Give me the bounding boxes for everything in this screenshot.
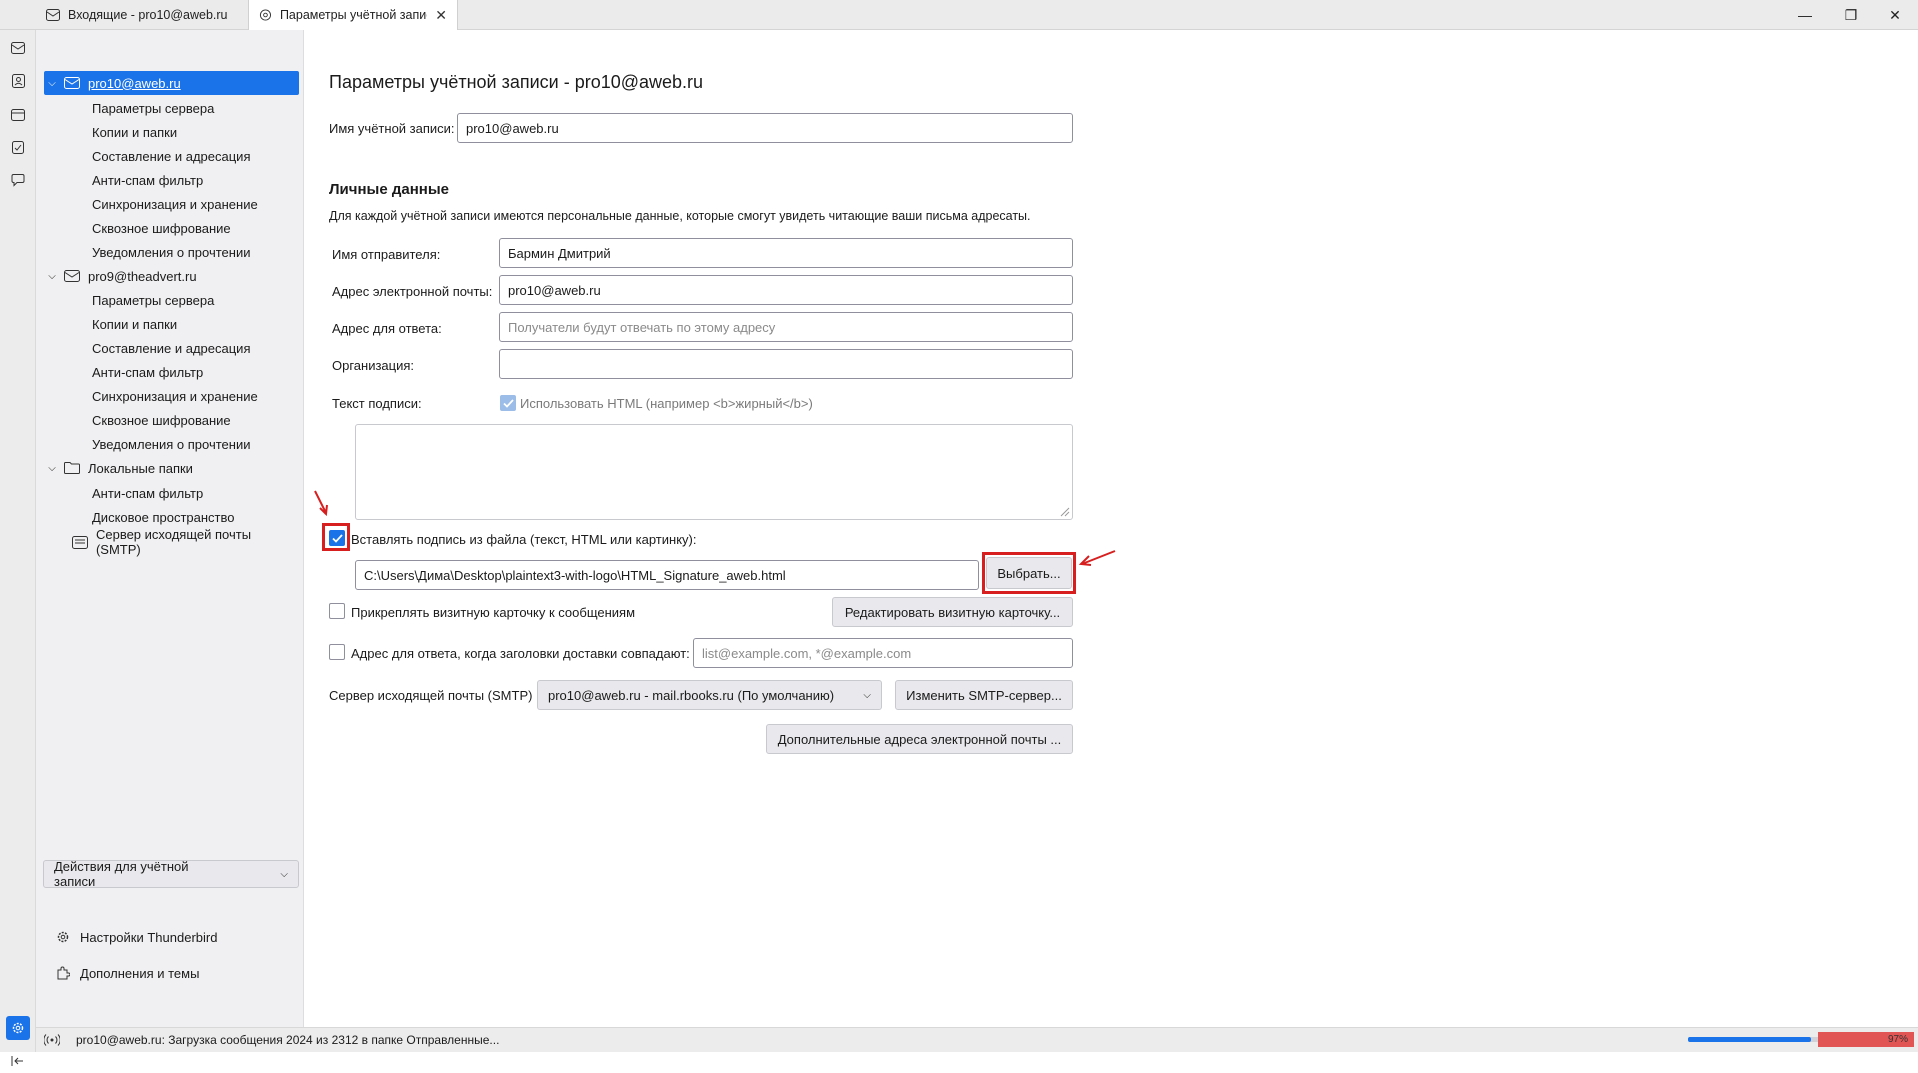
account-actions-button[interactable]: Действия для учётной записи ⌵ <box>43 859 299 889</box>
chevron-down-icon[interactable]: ⌵ <box>44 463 60 474</box>
mail-account-icon <box>64 269 82 283</box>
sidebar-item-copies-folders[interactable]: Копии и папки <box>92 120 292 144</box>
chat-icon[interactable] <box>6 168 30 192</box>
folder-icon <box>64 461 82 475</box>
outgoing-server-icon <box>72 535 90 549</box>
settings-space-icon[interactable] <box>6 1016 30 1040</box>
status-message: pro10@aweb.ru: Загрузка сообщения 2024 и… <box>76 1033 500 1047</box>
tab-label: Входящие - pro10@aweb.ru <box>68 8 228 22</box>
use-html-checkbox[interactable] <box>500 395 516 411</box>
sender-name-label: Имя отправителя: <box>332 247 441 262</box>
mail-account-icon <box>64 76 82 90</box>
annotation-arrow-icon <box>1078 550 1116 566</box>
smtp-label: Сервер исходящей почты (SMTP) <box>329 688 533 703</box>
sidebar-item-copies-folders[interactable]: Копии и папки <box>92 312 292 336</box>
online-status-icon[interactable] <box>44 1034 60 1046</box>
reply-to-label: Адрес для ответа: <box>332 321 442 336</box>
use-html-label: Использовать HTML (например <b>жирный</b… <box>520 396 813 411</box>
thunderbird-settings-link[interactable]: Настройки Thunderbird <box>52 925 292 949</box>
minimize-button[interactable]: — <box>1782 0 1828 30</box>
sidebar-item-composition[interactable]: Составление и адресация <box>92 144 292 168</box>
puzzle-icon <box>56 966 74 980</box>
mail-space-icon[interactable] <box>6 36 30 60</box>
chevron-down-icon: ⌵ <box>280 868 288 880</box>
sender-name-field[interactable]: Бармин Дмитрий <box>499 238 1073 268</box>
sidebar-item-receipts[interactable]: Уведомления о прочтении <box>92 432 292 456</box>
close-icon[interactable]: ✕ <box>435 7 447 24</box>
resize-grip-icon <box>1060 507 1070 517</box>
reply-to-field[interactable]: Получатели будут отвечать по этому адрес… <box>499 312 1073 342</box>
sidebar-item-sync[interactable]: Синхронизация и хранение <box>92 384 292 408</box>
sidebar-item-composition[interactable]: Составление и адресация <box>92 336 292 360</box>
sidebar-item-e2e[interactable]: Сквозное шифрование <box>92 216 292 240</box>
restore-button[interactable]: ❐ <box>1828 0 1874 30</box>
tasks-icon[interactable] <box>6 135 30 159</box>
memory-meter: 97% <box>1818 1032 1914 1047</box>
sidebar-item-sync[interactable]: Синхронизация и хранение <box>92 192 292 216</box>
organization-label: Организация: <box>332 358 415 373</box>
choose-file-button[interactable]: Выбрать... <box>986 557 1072 589</box>
tab-label: Параметры учётной записи <box>279 8 428 22</box>
title-bar: Входящие - pro10@aweb.ru Параметры учётн… <box>0 0 1918 30</box>
chevron-down-icon[interactable]: ⌵ <box>44 271 60 282</box>
sidebar-item-junk[interactable]: Анти-спам фильтр <box>92 168 292 192</box>
sidebar-item-junk[interactable]: Анти-спам фильтр <box>92 360 292 384</box>
chevron-down-icon: ⌵ <box>863 689 871 701</box>
tab-inbox[interactable]: Входящие - pro10@aweb.ru <box>36 0 246 30</box>
smtp-server-select[interactable]: pro10@aweb.ru - mail.rbooks.ru (По умолч… <box>537 680 882 710</box>
signature-label: Текст подписи: <box>332 396 422 411</box>
sidebar-item-smtp[interactable]: Сервер исходящей почты (SMTP) <box>44 527 299 557</box>
sidebar-item-server-settings[interactable]: Параметры сервера <box>92 288 292 312</box>
email-label: Адрес электронной почты: <box>332 284 493 299</box>
more-addresses-button[interactable]: Дополнительные адреса электронной почты … <box>766 724 1073 754</box>
collapse-toolbar-icon[interactable] <box>6 1049 30 1073</box>
progress-bar <box>1688 1037 1828 1042</box>
attach-vcard-label: Прикреплять визитную карточку к сообщени… <box>351 605 636 620</box>
annotation-arrow-icon <box>314 490 328 517</box>
reply-from-field[interactable]: list@example.com, *@example.com <box>693 638 1073 668</box>
signature-textarea[interactable] <box>355 424 1073 520</box>
sidebar-item-junk[interactable]: Анти-спам фильтр <box>92 481 292 505</box>
page-title: Параметры учётной записи - pro10@aweb.ru <box>329 72 704 92</box>
organization-field[interactable] <box>499 349 1073 379</box>
signature-file-label: Вставлять подпись из файла (текст, HTML … <box>351 532 697 547</box>
status-bar: pro10@aweb.ru: Загрузка сообщения 2024 и… <box>36 1027 1918 1052</box>
personal-data-heading: Личные данные <box>329 181 449 198</box>
calendar-icon[interactable] <box>6 102 30 126</box>
settings-tab-icon <box>259 9 272 21</box>
sidebar-item-receipts[interactable]: Уведомления о прочтении <box>92 240 292 264</box>
reply-from-checkbox[interactable] <box>329 644 345 660</box>
addons-themes-link[interactable]: Дополнения и темы <box>52 961 292 985</box>
close-window-button[interactable]: ✕ <box>1872 0 1918 30</box>
sidebar-item-e2e[interactable]: Сквозное шифрование <box>92 408 292 432</box>
sidebar-account-pro9[interactable]: ⌵ pro9@theadvert.ru <box>44 264 299 288</box>
checkmark-icon <box>331 533 343 543</box>
email-field[interactable]: pro10@aweb.ru <box>499 275 1073 305</box>
tab-account-settings[interactable]: Параметры учётной записи ✕ <box>248 0 458 30</box>
reply-from-label: Адрес для ответа, когда заголовки достав… <box>351 646 690 661</box>
personal-data-description: Для каждой учётной записи имеются персон… <box>329 209 1031 223</box>
address-book-icon[interactable] <box>6 69 30 93</box>
chevron-down-icon[interactable]: ⌵ <box>44 78 60 89</box>
attach-vcard-checkbox[interactable] <box>329 603 345 619</box>
checkmark-icon <box>502 398 514 408</box>
account-name-field[interactable]: pro10@aweb.ru <box>457 113 1073 143</box>
spaces-toolbar <box>0 30 36 1066</box>
mail-icon <box>46 9 60 21</box>
progress-fill <box>1688 1037 1812 1042</box>
signature-file-checkbox[interactable] <box>329 530 345 546</box>
gear-icon <box>56 930 74 944</box>
sidebar-local-folders[interactable]: ⌵ Локальные папки <box>44 456 299 480</box>
signature-file-path-field[interactable]: C:\Users\Дима\Desktop\plaintext3-with-lo… <box>355 560 979 590</box>
sidebar-item-server-settings[interactable]: Параметры сервера <box>92 96 292 120</box>
sidebar-account-pro10[interactable]: ⌵ pro10@aweb.ru <box>44 71 299 95</box>
change-smtp-button[interactable]: Изменить SMTP-сервер... <box>895 680 1073 710</box>
edit-vcard-button[interactable]: Редактировать визитную карточку... <box>832 597 1073 627</box>
account-name-label: Имя учётной записи: <box>329 121 455 136</box>
sidebar-item-disk-space[interactable]: Дисковое пространство <box>92 505 292 529</box>
